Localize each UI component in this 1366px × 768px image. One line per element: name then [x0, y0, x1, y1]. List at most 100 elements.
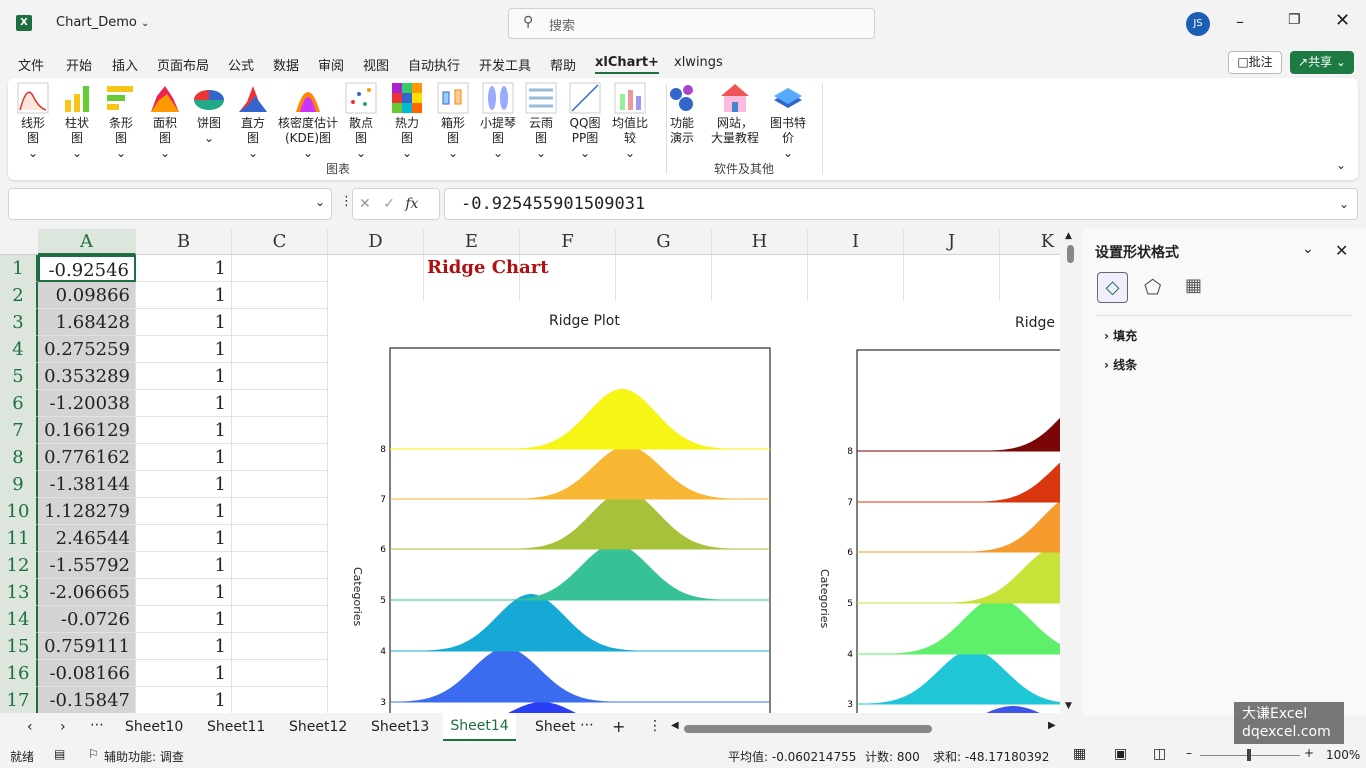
- zoom-slider-thumb[interactable]: [1247, 749, 1251, 761]
- vertical-scroll-thumb[interactable]: [1067, 245, 1074, 263]
- cell-c[interactable]: [232, 660, 328, 687]
- chart-2[interactable]: Ridge P Categories 345678: [795, 301, 1060, 713]
- chart-1[interactable]: Ridge Plot Categories 345678: [328, 301, 788, 713]
- menu-home[interactable]: 开始: [66, 55, 92, 74]
- cell-c[interactable]: [232, 336, 328, 363]
- bar-chart-button[interactable]: 条形图 ⌄: [104, 82, 138, 161]
- histogram-button[interactable]: 直方图 ⌄: [236, 82, 270, 161]
- column-header-h[interactable]: H: [712, 229, 808, 255]
- column-header-b[interactable]: B: [136, 229, 232, 255]
- cell-a[interactable]: -2.06665: [38, 579, 136, 606]
- page-layout-view-icon[interactable]: ▣: [1114, 746, 1127, 762]
- sheet-tab-sheet11[interactable]: Sheet11: [207, 719, 265, 735]
- cell-c[interactable]: [232, 687, 328, 713]
- panel-options-icon[interactable]: ⌄: [1302, 241, 1314, 257]
- cell-a[interactable]: 1.128279: [38, 498, 136, 525]
- area-chart-button[interactable]: 面积图 ⌄: [148, 82, 182, 161]
- cell-c[interactable]: [232, 606, 328, 633]
- menu-page-layout[interactable]: 页面布局: [157, 55, 209, 74]
- mean-compare-button[interactable]: 均值比较 ⌄: [610, 82, 650, 161]
- row-header[interactable]: 14: [0, 606, 38, 633]
- row-header[interactable]: 7: [0, 417, 38, 444]
- avatar[interactable]: JS: [1186, 12, 1210, 36]
- cell-a[interactable]: 2.46544: [38, 525, 136, 552]
- cell-c[interactable]: [232, 552, 328, 579]
- row-header[interactable]: 12: [0, 552, 38, 579]
- row-header[interactable]: 11: [0, 525, 38, 552]
- feature-demo-button[interactable]: 功能 演示: [664, 82, 700, 146]
- sheet-title-cell[interactable]: Ridge Chart: [427, 257, 549, 278]
- cell-a[interactable]: 0.759111: [38, 633, 136, 660]
- zoom-out-icon[interactable]: –: [1186, 746, 1192, 760]
- name-box[interactable]: ⌄: [8, 188, 332, 220]
- row-header[interactable]: 13: [0, 579, 38, 606]
- row-header[interactable]: 1: [0, 255, 38, 282]
- menu-view[interactable]: 视图: [363, 55, 389, 74]
- cell-c[interactable]: [232, 498, 328, 525]
- line-chart-button[interactable]: 线形图 ⌄: [16, 82, 50, 161]
- row-header[interactable]: 8: [0, 444, 38, 471]
- sheet-tab-sheet[interactable]: Sheet: [535, 719, 575, 735]
- cell-b[interactable]: 1: [136, 336, 232, 363]
- cell-b[interactable]: 1: [136, 525, 232, 552]
- cell-b[interactable]: 1: [136, 363, 232, 390]
- cell-a[interactable]: 0.275259: [38, 336, 136, 363]
- cell-c[interactable]: [232, 417, 328, 444]
- menu-insert[interactable]: 插入: [112, 55, 138, 74]
- box-plot-button[interactable]: 箱形图 ⌄: [436, 82, 470, 161]
- cell-c[interactable]: [232, 309, 328, 336]
- cell-c[interactable]: [232, 525, 328, 552]
- cell-c[interactable]: [232, 444, 328, 471]
- horizontal-scroll-thumb[interactable]: [684, 725, 932, 733]
- macro-record-icon[interactable]: ▤: [54, 747, 65, 761]
- more-sheets-icon[interactable]: ⋯: [580, 717, 594, 733]
- close-button[interactable]: ✕: [1335, 10, 1350, 31]
- menu-xlchart[interactable]: xlChart+: [595, 55, 659, 74]
- menu-data[interactable]: 数据: [273, 55, 299, 74]
- cell-a[interactable]: -0.0726: [38, 606, 136, 633]
- effects-tab-icon[interactable]: ⬠: [1144, 275, 1161, 299]
- cell-c[interactable]: [232, 390, 328, 417]
- row-header[interactable]: 4: [0, 336, 38, 363]
- heatmap-button[interactable]: 热力图 ⌄: [390, 82, 424, 161]
- page-break-view-icon[interactable]: ◫: [1153, 746, 1166, 762]
- status-sum[interactable]: 求和: -48.17180392: [933, 748, 1049, 765]
- column-header-k[interactable]: K: [1000, 229, 1060, 255]
- tab-splitter-icon[interactable]: ⋮: [648, 718, 662, 734]
- column-header-f[interactable]: F: [520, 229, 616, 255]
- menu-developer[interactable]: 开发工具: [479, 55, 531, 74]
- cell-b[interactable]: 1: [136, 255, 232, 282]
- expand-formula-icon[interactable]: ⌄: [1339, 189, 1349, 220]
- search-box[interactable]: ⚲ 搜索: [508, 8, 875, 39]
- row-header[interactable]: 2: [0, 282, 38, 309]
- row-header[interactable]: 3: [0, 309, 38, 336]
- cell-c[interactable]: [232, 471, 328, 498]
- vertical-scrollbar[interactable]: ▲ ▼: [1062, 229, 1078, 715]
- website-tutorials-button[interactable]: 网站， 大量教程: [710, 82, 760, 146]
- row-header[interactable]: 15: [0, 633, 38, 660]
- cell-a[interactable]: -1.38144: [38, 471, 136, 498]
- size-properties-tab-icon[interactable]: ▦: [1185, 275, 1202, 296]
- cell-a[interactable]: 1.68428: [38, 309, 136, 336]
- column-header-d[interactable]: D: [328, 229, 424, 255]
- cell-a[interactable]: 0.353289: [38, 363, 136, 390]
- row-header[interactable]: 9: [0, 471, 38, 498]
- menu-review[interactable]: 审阅: [318, 55, 344, 74]
- scroll-down-icon[interactable]: ▼: [1065, 701, 1072, 711]
- scroll-right-icon[interactable]: ▶: [1048, 720, 1056, 731]
- raincloud-plot-button[interactable]: 云雨图 ⌄: [524, 82, 558, 161]
- cell-b[interactable]: 1: [136, 552, 232, 579]
- column-header-i[interactable]: I: [808, 229, 904, 255]
- cell-b[interactable]: 1: [136, 687, 232, 713]
- column-header-c[interactable]: C: [232, 229, 328, 255]
- cell-b[interactable]: 1: [136, 660, 232, 687]
- formula-input[interactable]: -0.925455901509031 ⌄: [444, 188, 1358, 220]
- confirm-icon[interactable]: ✓: [383, 196, 395, 212]
- share-button[interactable]: ↗共享 ⌄: [1290, 51, 1354, 74]
- violin-plot-button[interactable]: 小提琴图 ⌄: [478, 82, 518, 161]
- menu-formulas[interactable]: 公式: [228, 55, 254, 74]
- menu-help[interactable]: 帮助: [550, 55, 576, 74]
- worksheet-grid[interactable]: A B C D E F G H I J K 1 -0.92546 1 2 0.09866 1 3 1.68428 1 4…: [0, 229, 1060, 713]
- comment-button[interactable]: □批注: [1228, 51, 1282, 74]
- menu-file[interactable]: 文件: [18, 55, 44, 74]
